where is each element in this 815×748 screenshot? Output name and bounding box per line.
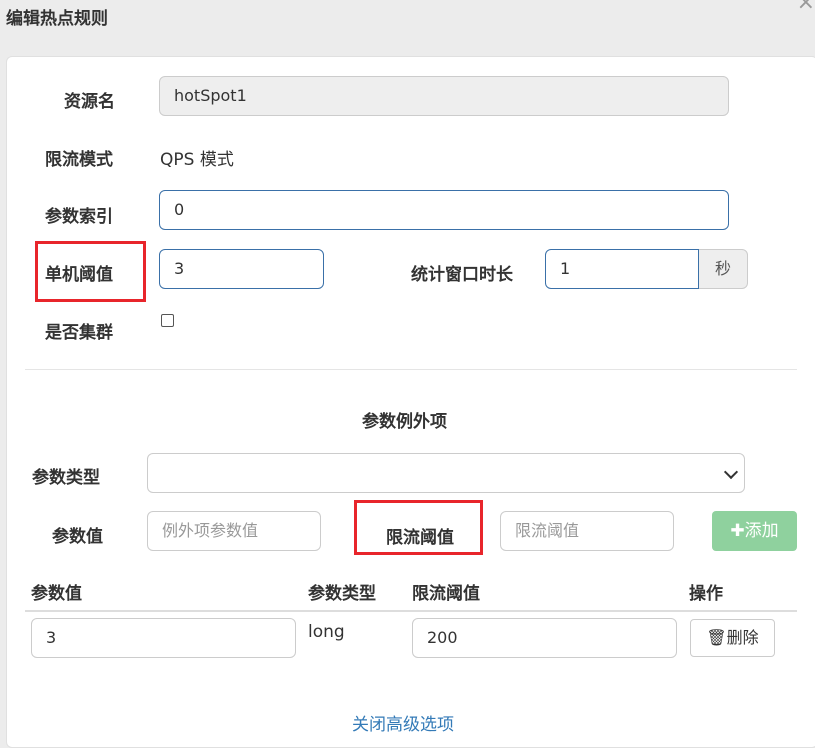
add-button-label: 添加 bbox=[744, 521, 779, 541]
divider bbox=[25, 369, 797, 370]
cluster-checkbox[interactable] bbox=[161, 314, 174, 327]
trash-icon: 🗑 bbox=[706, 628, 727, 647]
dialog-title: 编辑热点规则 bbox=[6, 9, 108, 29]
window-duration-input[interactable]: 1 bbox=[545, 249, 699, 289]
threshold-input[interactable]: 3 bbox=[159, 249, 324, 289]
window-unit-addon: 秒 bbox=[699, 249, 748, 289]
param-value-input[interactable]: 例外项参数值 bbox=[147, 511, 321, 551]
row-limit-input[interactable]: 200 bbox=[412, 618, 677, 658]
limit-threshold-label: 限流阈值 bbox=[386, 528, 454, 548]
close-icon[interactable]: × bbox=[797, 0, 815, 15]
limit-mode-value: QPS 模式 bbox=[160, 150, 234, 170]
delete-button-label: 删除 bbox=[726, 628, 759, 647]
row-param-type: long bbox=[308, 622, 345, 642]
add-exception-button[interactable]: ✚添加 bbox=[712, 511, 797, 551]
plus-icon: ✚ bbox=[730, 521, 745, 541]
cluster-label: 是否集群 bbox=[45, 323, 113, 343]
table-header-divider bbox=[25, 610, 797, 612]
param-index-input[interactable]: 0 bbox=[159, 190, 729, 230]
threshold-label: 单机阈值 bbox=[45, 265, 113, 285]
table-header-param-type: 参数类型 bbox=[308, 584, 376, 604]
param-type-select[interactable] bbox=[147, 453, 745, 493]
param-value-label: 参数值 bbox=[52, 527, 103, 547]
row-param-value-input[interactable]: 3 bbox=[31, 618, 296, 658]
param-type-label: 参数类型 bbox=[32, 468, 100, 488]
table-header-param-value: 参数值 bbox=[31, 584, 82, 604]
window-duration-label: 统计窗口时长 bbox=[411, 265, 513, 285]
resource-name-label: 资源名 bbox=[64, 92, 115, 112]
chevron-down-icon bbox=[723, 464, 739, 480]
limit-mode-label: 限流模式 bbox=[45, 150, 113, 170]
table-header-action: 操作 bbox=[689, 584, 723, 604]
resource-name-input[interactable]: hotSpot1 bbox=[159, 76, 729, 116]
exceptions-section-title: 参数例外项 bbox=[362, 412, 447, 432]
param-index-label: 参数索引 bbox=[45, 207, 113, 227]
limit-threshold-input[interactable]: 限流阈值 bbox=[500, 511, 674, 551]
row-delete-button[interactable]: 🗑删除 bbox=[690, 619, 775, 657]
close-advanced-link[interactable]: 关闭高级选项 bbox=[352, 710, 454, 735]
table-header-limit: 限流阈值 bbox=[412, 584, 480, 604]
